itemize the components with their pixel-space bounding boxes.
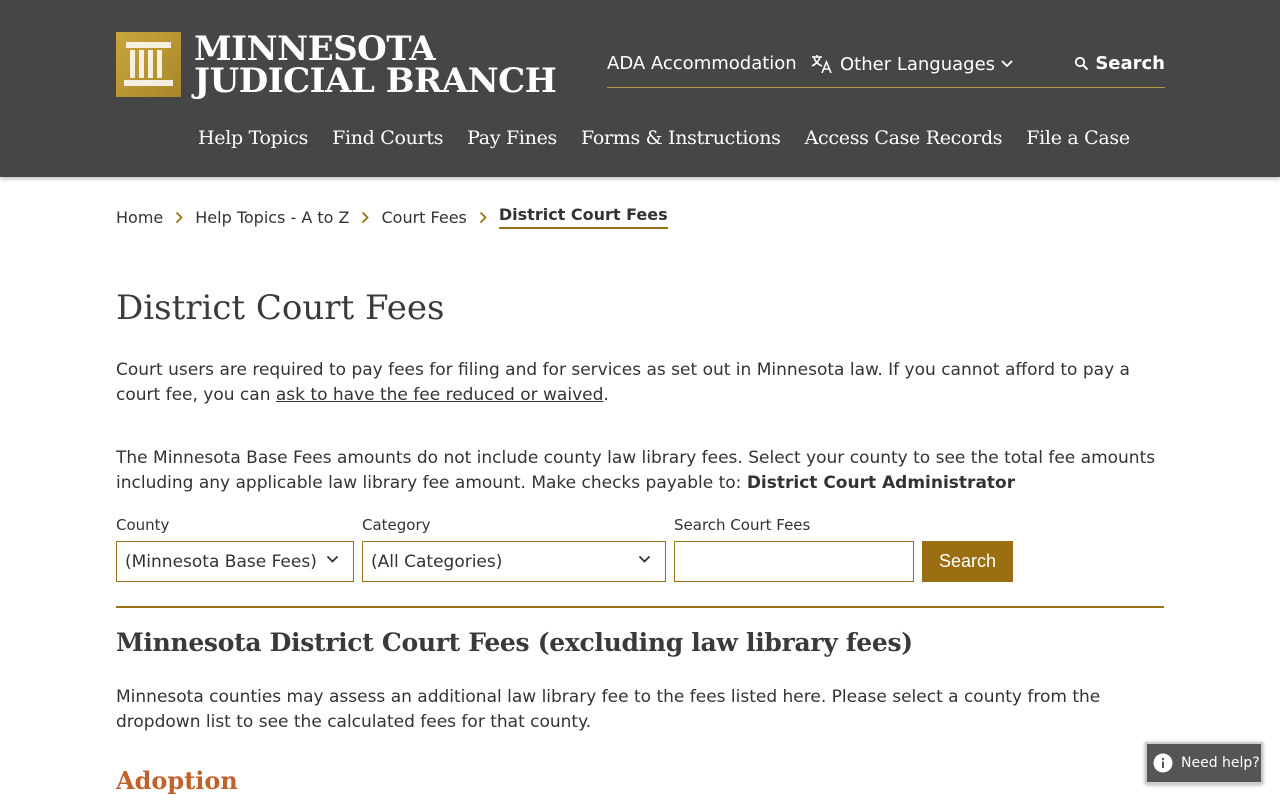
category-select-value: (All Categories) <box>371 551 503 572</box>
nav-find-courts[interactable]: Find Courts <box>332 127 443 149</box>
logo-line-2: JUDICIAL BRANCH <box>194 60 557 101</box>
main-nav: Help Topics Find Courts Pay Fines Forms … <box>198 127 1154 149</box>
chevron-down-icon <box>326 555 339 564</box>
category-label: Category <box>362 516 431 534</box>
search-fees-button[interactable]: Search <box>922 541 1013 582</box>
chevron-right-icon <box>361 211 370 224</box>
search-fees-input[interactable] <box>674 541 914 582</box>
other-languages-label: Other Languages <box>840 53 996 75</box>
nav-help-topics[interactable]: Help Topics <box>198 127 308 149</box>
nav-access-case-records[interactable]: Access Case Records <box>805 127 1003 149</box>
site-header: MINNESOTA JUDICIAL BRANCH ADA Accommodat… <box>0 0 1280 177</box>
section-divider <box>116 606 1164 608</box>
subsection-adoption[interactable]: Adoption <box>116 766 238 795</box>
logo-text: MINNESOTA JUDICIAL BRANCH <box>194 28 557 101</box>
breadcrumb-help-topics[interactable]: Help Topics - A to Z <box>195 208 349 227</box>
county-select[interactable]: (Minnesota Base Fees) <box>116 541 354 582</box>
section-paragraph: Minnesota counties may assess an additio… <box>116 687 1101 732</box>
fee-waiver-link[interactable]: ask to have the fee reduced or waived <box>276 385 604 405</box>
intro-text: Court users are required to pay fees for… <box>116 360 1130 405</box>
need-help-label: Need help? <box>1181 755 1260 771</box>
search-icon <box>1074 56 1089 71</box>
nav-forms-instructions[interactable]: Forms & Instructions <box>581 127 781 149</box>
site-logo[interactable]: MINNESOTA JUDICIAL BRANCH <box>116 28 557 101</box>
section-title: Minnesota District Court Fees (excluding… <box>116 628 913 657</box>
base-fees-paragraph: The Minnesota Base Fees amounts do not i… <box>116 446 1166 496</box>
breadcrumb-current: District Court Fees <box>498 205 668 229</box>
logo-line-1: MINNESOTA <box>194 28 436 69</box>
chevron-right-icon <box>175 211 184 224</box>
intro-paragraph: Court users are required to pay fees for… <box>116 358 1166 408</box>
utility-nav: ADA Accommodation Other Languages Search <box>607 48 1165 88</box>
county-label: County <box>116 516 170 534</box>
header-search-label: Search <box>1095 53 1165 74</box>
chevron-down-icon <box>638 555 651 564</box>
courthouse-icon <box>116 32 181 97</box>
page-title: District Court Fees <box>116 288 445 328</box>
need-help-widget[interactable]: Need help? <box>1145 742 1263 784</box>
info-icon <box>1153 753 1173 773</box>
intro-end: . <box>603 385 609 405</box>
ada-accommodation-link[interactable]: ADA Accommodation <box>607 53 797 74</box>
chevron-right-icon <box>479 211 487 224</box>
chevron-down-icon <box>1001 60 1013 68</box>
search-fees-label: Search Court Fees <box>674 516 811 534</box>
header-search-button[interactable]: Search <box>1074 53 1165 74</box>
breadcrumb: Home Help Topics - A to Z Court Fees Dis… <box>116 205 668 229</box>
translate-icon <box>810 53 834 75</box>
breadcrumb-home[interactable]: Home <box>116 208 163 227</box>
nav-pay-fines[interactable]: Pay Fines <box>467 127 557 149</box>
payable-to: District Court Administrator <box>746 473 1016 493</box>
county-select-value: (Minnesota Base Fees) <box>125 551 317 572</box>
category-select[interactable]: (All Categories) <box>362 541 666 582</box>
nav-file-a-case[interactable]: File a Case <box>1026 127 1130 149</box>
breadcrumb-court-fees[interactable]: Court Fees <box>381 208 466 227</box>
other-languages-dropdown[interactable]: Other Languages <box>810 53 1013 75</box>
